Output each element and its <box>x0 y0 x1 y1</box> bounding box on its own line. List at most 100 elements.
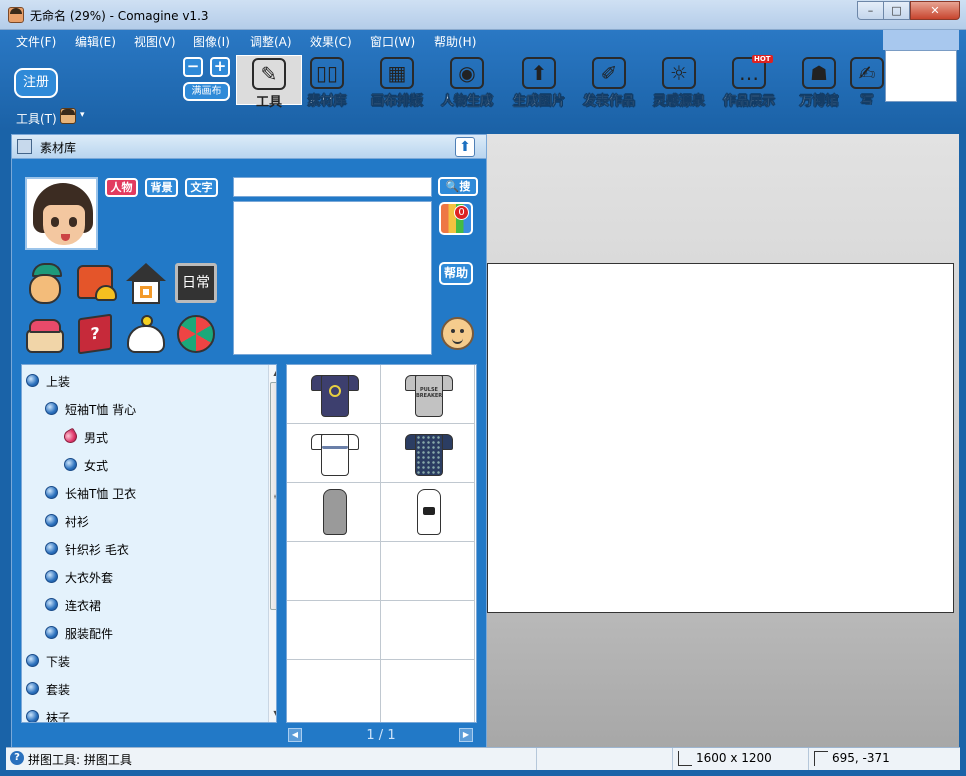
tool-inspiration[interactable]: ☼ 灵感源泉 <box>646 55 712 109</box>
status-bar: ? 拼图工具: 拼图工具 1600 x 1200 695, -371 <box>6 747 960 770</box>
palette-count-badge: 0 <box>454 205 469 220</box>
scroll-down-arrow[interactable]: ▼ <box>269 706 276 722</box>
grid-cell-empty <box>381 542 475 601</box>
tool-label: 人物生成 <box>440 94 493 109</box>
canvas-size-icon <box>678 751 692 766</box>
prev-page-button[interactable]: ◀ <box>288 728 302 742</box>
tag-background[interactable]: 背景 <box>145 178 178 197</box>
menu-edit[interactable]: 编辑(E) <box>75 33 116 50</box>
robot-icon: ☗ <box>802 57 836 89</box>
grid-item-grey-tshirt[interactable]: PULSE BREAKERS <box>381 365 475 424</box>
status-separator <box>672 748 673 770</box>
maximize-button[interactable]: □ <box>883 1 910 20</box>
canvas-size: 1600 x 1200 <box>696 751 772 765</box>
notebook-icon: ✐ <box>592 57 626 89</box>
page-indicator: 1 / 1 <box>366 728 396 743</box>
bun-icon[interactable] <box>125 313 167 355</box>
tree-scrollbar[interactable]: ▲ ≡ ▼ <box>268 365 276 722</box>
help-icon: ? <box>10 751 24 765</box>
tool-avatar-icon[interactable] <box>60 108 76 124</box>
search-input[interactable] <box>233 177 432 197</box>
tool-menu-dropdown[interactable]: 工具(T) <box>16 110 57 127</box>
grid-item-dotted-navy-tshirt[interactable] <box>381 424 475 483</box>
tool-generate-image[interactable]: ⬆ 生成图片 <box>506 55 572 109</box>
grid-item-grey-tank[interactable] <box>287 483 381 542</box>
close-button[interactable]: ✕ <box>910 1 960 20</box>
grid-item-white-tank[interactable] <box>381 483 475 542</box>
zoom-out-button[interactable]: − <box>183 57 203 77</box>
title-bar: 无命名 (29%) - Comagine v1.3 – □ ✕ <box>0 0 966 30</box>
cursor-position-icon <box>814 751 828 766</box>
scroll-up-arrow[interactable]: ▲ <box>269 365 276 381</box>
app-icon <box>8 7 24 23</box>
panel-header: 素材库 ⬆ <box>12 135 486 159</box>
menu-help[interactable]: 帮助(H) <box>434 33 476 50</box>
next-page-button[interactable]: ▶ <box>459 728 473 742</box>
grid-cell-empty <box>287 601 381 660</box>
umbrella-icon[interactable] <box>175 313 217 355</box>
status-separator <box>808 748 809 770</box>
tool-label: 作品展示 <box>722 94 775 109</box>
tool-canvas-layout[interactable]: ▦ 画布排版 <box>364 55 430 109</box>
tank-top-icon <box>405 487 453 537</box>
grid-cell-empty <box>381 601 475 660</box>
smiley-face-icon[interactable] <box>441 317 474 350</box>
panel-title: 素材库 <box>40 141 77 155</box>
menu-image[interactable]: 图像(I) <box>193 33 230 50</box>
tshirt-icon <box>405 428 453 478</box>
grid-cell-empty <box>381 660 475 722</box>
house-icon[interactable] <box>125 263 167 305</box>
tshirt-icon: PULSE BREAKERS <box>405 369 453 419</box>
grid-cell-empty <box>287 542 381 601</box>
tool-showcase[interactable]: … 作品展示 HOT <box>716 55 782 109</box>
scroll-thumb[interactable]: ≡ <box>270 382 276 610</box>
eye-icon: ◉ <box>450 57 484 89</box>
preview-thumbnail <box>885 50 957 102</box>
tool-material-library[interactable]: ▯▯ 素材库 <box>294 55 360 109</box>
drawing-canvas[interactable] <box>487 263 954 613</box>
tool-label: 发表作品 <box>582 94 635 109</box>
help-button[interactable]: 帮助 <box>439 262 473 285</box>
tshirt-icon <box>311 369 359 419</box>
menu-adjust[interactable]: 调整(A) <box>250 33 292 50</box>
tank-top-icon <box>311 487 359 537</box>
mystery-box-icon[interactable]: ? <box>75 313 117 355</box>
tag-character[interactable]: 人物 <box>105 178 138 197</box>
clothes-icon[interactable] <box>75 263 117 305</box>
fit-canvas-button[interactable]: 满画布 <box>183 82 230 101</box>
cabinet-icon: ▯▯ <box>310 57 344 89</box>
tool-expo[interactable]: ☗ 万博馆 <box>786 55 852 109</box>
preview-frame <box>883 30 959 50</box>
tool-label: 画布排版 <box>370 94 423 109</box>
tool-character-generator[interactable]: ◉ 人物生成 <box>434 55 500 109</box>
daily-life-icon[interactable]: 日常 <box>175 263 217 303</box>
tag-text[interactable]: 文字 <box>185 178 218 197</box>
chevron-down-icon[interactable]: ▾ <box>80 110 85 120</box>
image-export-icon: ⬆ <box>522 57 556 89</box>
tool-publish-work[interactable]: ✐ 发表作品 <box>576 55 642 109</box>
person-icon[interactable] <box>25 263 67 305</box>
write-icon: ✍ <box>850 57 884 89</box>
search-results-area <box>233 201 432 355</box>
grid-item-navy-tshirt[interactable] <box>287 365 381 424</box>
tool-label: 万博馆 <box>799 94 839 109</box>
zoom-in-button[interactable]: + <box>210 57 230 77</box>
register-button[interactable]: 注册 <box>14 68 58 98</box>
menu-effects[interactable]: 效果(C) <box>310 33 352 50</box>
menu-file[interactable]: 文件(F) <box>16 33 56 50</box>
cake-icon[interactable] <box>25 313 67 355</box>
tool-label: 素材库 <box>307 94 347 109</box>
collapse-panel-button[interactable]: ⬆ <box>455 137 475 157</box>
tool-write[interactable]: ✍ 写 <box>850 55 884 105</box>
tool-label: 灵感源泉 <box>652 94 705 109</box>
menu-window[interactable]: 窗口(W) <box>370 33 415 50</box>
minimize-button[interactable]: – <box>857 1 884 20</box>
menu-view[interactable]: 视图(V) <box>134 33 176 50</box>
pager: ◀ 1 / 1 ▶ <box>286 727 477 745</box>
search-button[interactable]: 🔍搜 <box>438 177 478 196</box>
tool-tools[interactable]: ✎ 工具 <box>236 55 302 110</box>
layout-icon: ▦ <box>380 57 414 89</box>
material-grid: PULSE BREAKERS <box>286 364 477 723</box>
grid-item-white-tshirt[interactable] <box>287 424 381 483</box>
character-avatar[interactable] <box>25 177 98 250</box>
